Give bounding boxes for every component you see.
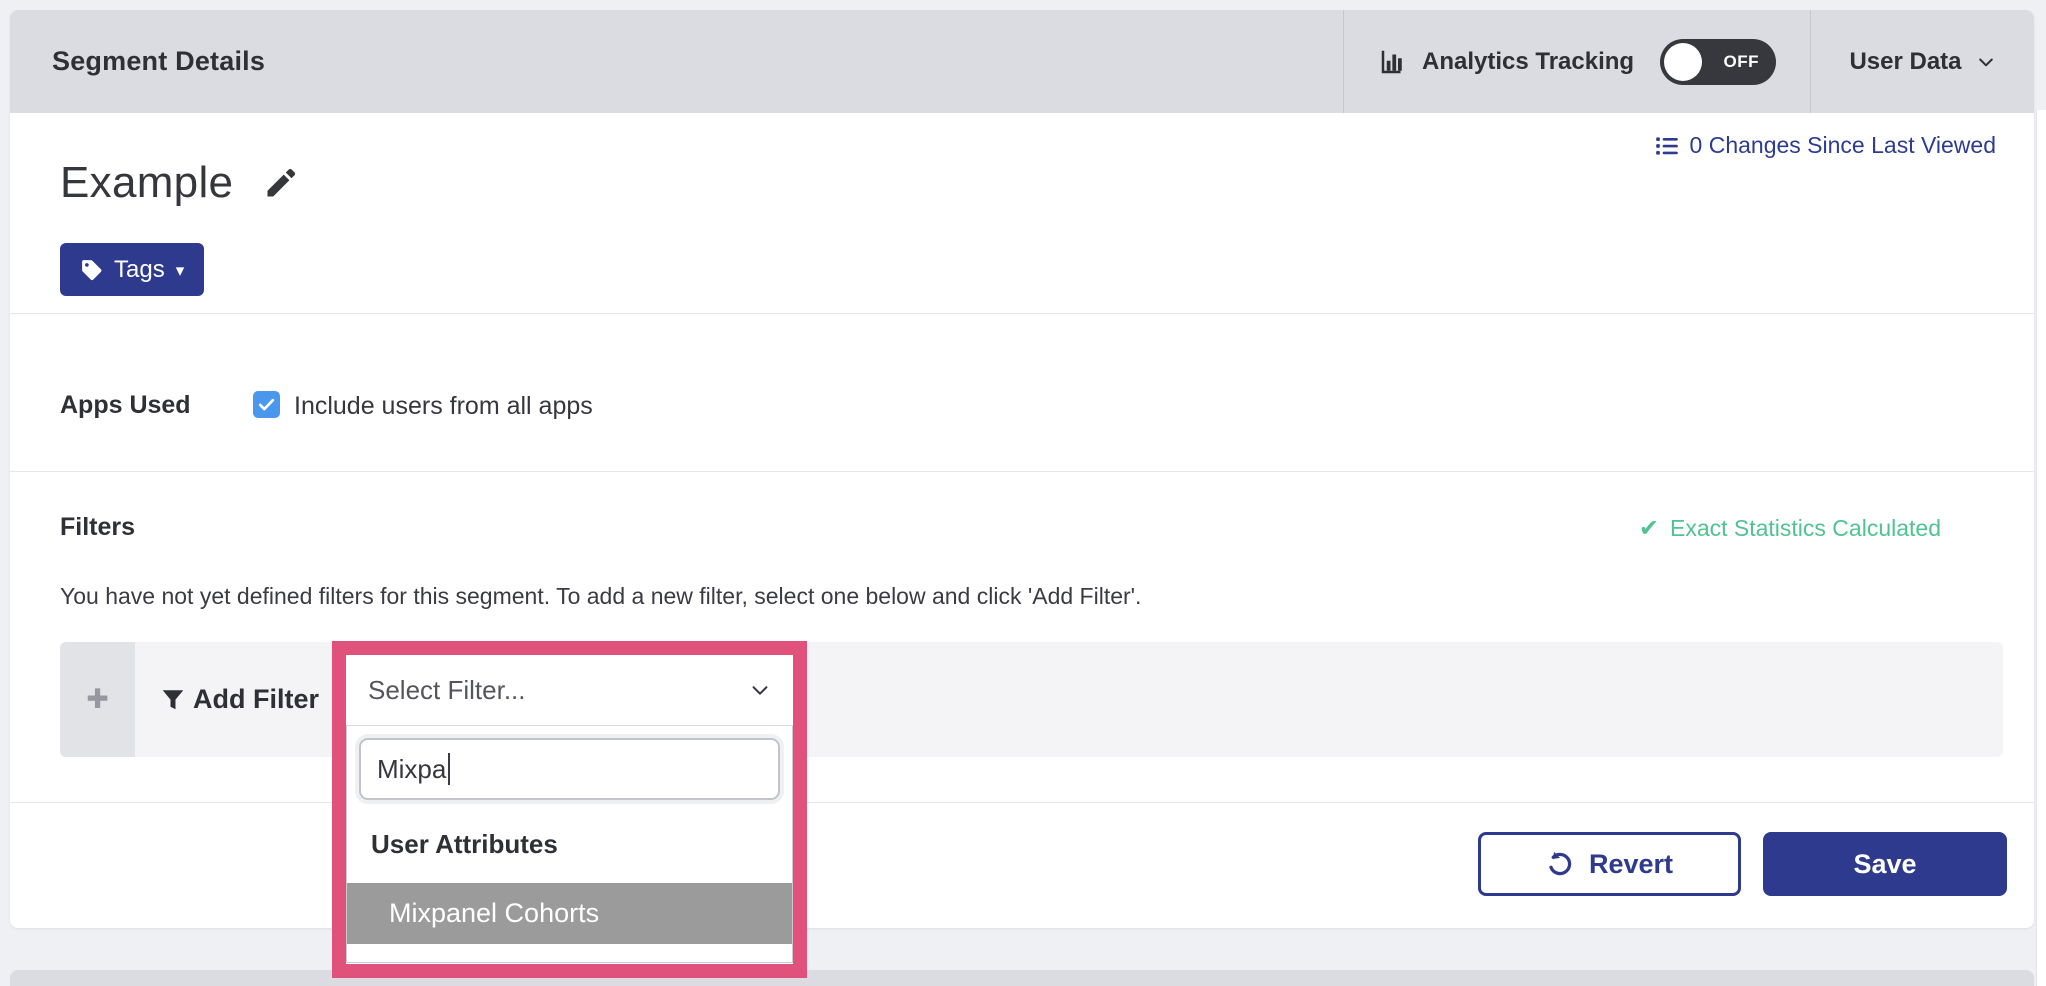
filters-empty-text: You have not yet defined filters for thi… [60, 583, 1141, 610]
toggle-knob [1664, 43, 1702, 81]
filter-select-highlight-box: Select Filter... Mixpa User Attributes M… [332, 641, 807, 978]
footer-divider [10, 802, 2034, 803]
include-all-apps-checkbox[interactable] [253, 391, 280, 418]
analytics-tracking-label: Analytics Tracking [1422, 48, 1634, 76]
segment-name: Example [60, 158, 233, 208]
filter-select-placeholder: Select Filter... [368, 675, 526, 706]
analytics-tracking-block: Analytics Tracking OFF [1343, 10, 1810, 113]
segment-name-row: Example [60, 158, 299, 208]
user-data-dropdown[interactable]: User Data [1810, 10, 2034, 113]
scrollbar[interactable] [2036, 110, 2046, 986]
header-right: Analytics Tracking OFF User Data [1343, 10, 2034, 113]
segment-details-card: Segment Details Analytics Tracking OFF U… [10, 10, 2034, 928]
chevron-down-icon [1976, 52, 1996, 72]
segment-details-page: Segment Details Analytics Tracking OFF U… [0, 0, 2046, 986]
funnel-icon [160, 687, 186, 713]
next-section-header-strip [10, 970, 2034, 986]
add-filter-label-group: Add Filter [160, 642, 319, 757]
changes-link-label: 0 Changes Since Last Viewed [1690, 132, 1996, 159]
dropdown-group-header: User Attributes [371, 829, 558, 860]
edit-pencil-icon[interactable] [263, 165, 299, 201]
dropdown-option-mixpanel-cohorts[interactable]: Mixpanel Cohorts [347, 883, 792, 944]
section-divider [10, 471, 2034, 472]
tags-button-label: Tags [114, 256, 165, 284]
user-data-label: User Data [1849, 48, 1961, 76]
apps-used-label: Apps Used [60, 391, 191, 420]
revert-button[interactable]: Revert [1478, 832, 1741, 896]
checkmark-icon [257, 395, 276, 414]
tag-icon [80, 258, 103, 281]
changes-since-last-viewed-link[interactable]: 0 Changes Since Last Viewed [1654, 132, 1996, 159]
page-title: Segment Details [52, 10, 265, 113]
toggle-state-label: OFF [1724, 52, 1760, 72]
filter-dropdown-panel: Mixpa User Attributes Mixpanel Cohorts [346, 726, 793, 963]
add-filter-plus-button[interactable]: ✚ [60, 642, 135, 757]
filter-search-input[interactable]: Mixpa [359, 738, 780, 800]
plus-icon: ✚ [86, 684, 109, 715]
filter-search-value: Mixpa [377, 754, 446, 785]
filters-heading: Filters [60, 513, 135, 542]
analytics-toggle[interactable]: OFF [1660, 39, 1776, 85]
include-all-apps-label: Include users from all apps [294, 392, 593, 421]
revert-icon [1546, 850, 1574, 878]
card-header: Segment Details Analytics Tracking OFF U… [10, 10, 2034, 113]
save-button[interactable]: Save [1763, 832, 2007, 896]
check-icon: ✔ [1639, 517, 1659, 541]
exact-statistics-label: Exact Statistics Calculated [1670, 515, 1941, 542]
list-icon [1654, 133, 1680, 159]
save-button-label: Save [1853, 849, 1916, 880]
revert-button-label: Revert [1589, 849, 1673, 880]
exact-statistics-status: ✔ Exact Statistics Calculated [1639, 515, 1941, 542]
caret-down-icon: ▾ [176, 260, 185, 279]
dropdown-option-label: Mixpanel Cohorts [389, 898, 599, 929]
tags-button[interactable]: Tags ▾ [60, 243, 204, 296]
section-divider [10, 313, 2034, 314]
chevron-down-icon [749, 679, 771, 701]
text-cursor [448, 753, 450, 785]
add-filter-label: Add Filter [193, 684, 319, 715]
bar-chart-icon [1378, 47, 1408, 77]
filter-select[interactable]: Select Filter... [346, 655, 793, 726]
